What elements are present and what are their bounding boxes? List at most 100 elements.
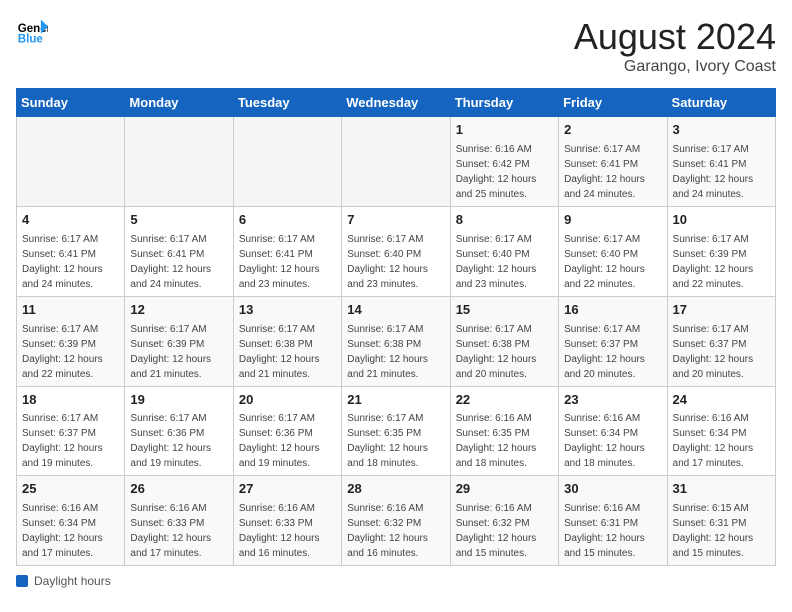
title-block: August 2024 Garango, Ivory Coast: [574, 16, 776, 76]
day-cell: 12Sunrise: 6:17 AM Sunset: 6:39 PM Dayli…: [125, 296, 233, 386]
week-row-2: 4 Sunrise: 6:17 AM Sunset: 6:41 PM Daylig…: [17, 206, 776, 296]
day-info: Sunrise: 6:17 AM Sunset: 6:35 PM Dayligh…: [347, 411, 444, 471]
day-info: Sunrise: 6:16 AM Sunset: 6:31 PM Dayligh…: [564, 501, 661, 561]
week-row-1: 1Sunrise: 6:16 AM Sunset: 6:42 PM Daylig…: [17, 117, 776, 207]
day-number: 20: [239, 391, 336, 410]
day-number: 4: [22, 211, 119, 230]
day-cell: 23Sunrise: 6:16 AM Sunset: 6:34 PM Dayli…: [559, 386, 667, 476]
footer: Daylight hours: [16, 574, 776, 588]
location-subtitle: Garango, Ivory Coast: [574, 58, 776, 76]
day-cell: [125, 117, 233, 207]
day-info: Sunrise: 6:15 AM Sunset: 6:31 PM Dayligh…: [673, 501, 770, 561]
day-cell: 4 Sunrise: 6:17 AM Sunset: 6:41 PM Daylig…: [17, 206, 125, 296]
col-header-wednesday: Wednesday: [342, 89, 450, 117]
day-number: 31: [673, 480, 770, 499]
day-number: 12: [130, 301, 227, 320]
day-info: Sunrise: 6:17 AM Sunset: 6:37 PM Dayligh…: [564, 322, 661, 382]
week-row-3: 11Sunrise: 6:17 AM Sunset: 6:39 PM Dayli…: [17, 296, 776, 386]
day-info: Sunrise: 6:17 AM Sunset: 6:41 PM Dayligh…: [22, 232, 119, 292]
day-number: 22: [456, 391, 553, 410]
day-info: Sunrise: 6:16 AM Sunset: 6:32 PM Dayligh…: [347, 501, 444, 561]
week-row-4: 18Sunrise: 6:17 AM Sunset: 6:37 PM Dayli…: [17, 386, 776, 476]
day-number: 25: [22, 480, 119, 499]
day-cell: 20Sunrise: 6:17 AM Sunset: 6:36 PM Dayli…: [233, 386, 341, 476]
day-cell: 29 Sunrise: 6:16 AM Sunset: 6:32 PM Dayli…: [450, 476, 558, 566]
day-cell: 25Sunrise: 6:16 AM Sunset: 6:34 PM Dayli…: [17, 476, 125, 566]
day-number: 5: [130, 211, 227, 230]
day-info: Sunrise: 6:16 AM Sunset: 6:33 PM Dayligh…: [239, 501, 336, 561]
day-info: Sunrise: 6:16 AM Sunset: 6:34 PM Dayligh…: [673, 411, 770, 471]
col-header-thursday: Thursday: [450, 89, 558, 117]
day-cell: 11Sunrise: 6:17 AM Sunset: 6:39 PM Dayli…: [17, 296, 125, 386]
day-cell: [17, 117, 125, 207]
day-cell: 7Sunrise: 6:17 AM Sunset: 6:40 PM Daylig…: [342, 206, 450, 296]
page-header: General Blue August 2024 Garango, Ivory …: [16, 16, 776, 76]
day-number: 18: [22, 391, 119, 410]
day-cell: 5 Sunrise: 6:17 AM Sunset: 6:41 PM Daylig…: [125, 206, 233, 296]
day-info: Sunrise: 6:17 AM Sunset: 6:41 PM Dayligh…: [130, 232, 227, 292]
day-cell: [233, 117, 341, 207]
day-cell: 8 Sunrise: 6:17 AM Sunset: 6:40 PM Daylig…: [450, 206, 558, 296]
day-cell: 27Sunrise: 6:16 AM Sunset: 6:33 PM Dayli…: [233, 476, 341, 566]
day-number: 19: [130, 391, 227, 410]
day-number: 23: [564, 391, 661, 410]
day-number: 9: [564, 211, 661, 230]
day-info: Sunrise: 6:17 AM Sunset: 6:36 PM Dayligh…: [239, 411, 336, 471]
day-number: 28: [347, 480, 444, 499]
day-cell: 26 Sunrise: 6:16 AM Sunset: 6:33 PM Dayli…: [125, 476, 233, 566]
logo-icon: General Blue: [16, 16, 48, 48]
day-cell: 24Sunrise: 6:16 AM Sunset: 6:34 PM Dayli…: [667, 386, 775, 476]
day-number: 3: [673, 121, 770, 140]
logo: General Blue: [16, 16, 48, 48]
day-cell: 31 Sunrise: 6:15 AM Sunset: 6:31 PM Dayli…: [667, 476, 775, 566]
day-number: 29: [456, 480, 553, 499]
svg-text:Blue: Blue: [18, 34, 44, 46]
day-info: Sunrise: 6:16 AM Sunset: 6:42 PM Dayligh…: [456, 142, 553, 202]
header-row: SundayMondayTuesdayWednesdayThursdayFrid…: [17, 89, 776, 117]
day-cell: 30Sunrise: 6:16 AM Sunset: 6:31 PM Dayli…: [559, 476, 667, 566]
day-info: Sunrise: 6:17 AM Sunset: 6:40 PM Dayligh…: [456, 232, 553, 292]
calendar-table: SundayMondayTuesdayWednesdayThursdayFrid…: [16, 88, 776, 566]
day-cell: 14Sunrise: 6:17 AM Sunset: 6:38 PM Dayli…: [342, 296, 450, 386]
day-info: Sunrise: 6:17 AM Sunset: 6:38 PM Dayligh…: [239, 322, 336, 382]
day-info: Sunrise: 6:17 AM Sunset: 6:41 PM Dayligh…: [564, 142, 661, 202]
col-header-saturday: Saturday: [667, 89, 775, 117]
day-number: 24: [673, 391, 770, 410]
day-info: Sunrise: 6:17 AM Sunset: 6:37 PM Dayligh…: [22, 411, 119, 471]
day-number: 13: [239, 301, 336, 320]
day-info: Sunrise: 6:16 AM Sunset: 6:35 PM Dayligh…: [456, 411, 553, 471]
day-cell: 17Sunrise: 6:17 AM Sunset: 6:37 PM Dayli…: [667, 296, 775, 386]
day-number: 16: [564, 301, 661, 320]
day-info: Sunrise: 6:17 AM Sunset: 6:41 PM Dayligh…: [239, 232, 336, 292]
col-header-tuesday: Tuesday: [233, 89, 341, 117]
day-number: 10: [673, 211, 770, 230]
col-header-sunday: Sunday: [17, 89, 125, 117]
day-info: Sunrise: 6:16 AM Sunset: 6:32 PM Dayligh…: [456, 501, 553, 561]
day-number: 26: [130, 480, 227, 499]
day-cell: [342, 117, 450, 207]
footer-label: Daylight hours: [34, 574, 111, 588]
month-year-title: August 2024: [574, 16, 776, 58]
day-info: Sunrise: 6:17 AM Sunset: 6:40 PM Dayligh…: [347, 232, 444, 292]
week-row-5: 25Sunrise: 6:16 AM Sunset: 6:34 PM Dayli…: [17, 476, 776, 566]
day-cell: 16 Sunrise: 6:17 AM Sunset: 6:37 PM Dayli…: [559, 296, 667, 386]
day-cell: 9 Sunrise: 6:17 AM Sunset: 6:40 PM Daylig…: [559, 206, 667, 296]
day-cell: 28 Sunrise: 6:16 AM Sunset: 6:32 PM Dayli…: [342, 476, 450, 566]
col-header-friday: Friday: [559, 89, 667, 117]
day-info: Sunrise: 6:16 AM Sunset: 6:34 PM Dayligh…: [564, 411, 661, 471]
day-number: 14: [347, 301, 444, 320]
day-cell: 6 Sunrise: 6:17 AM Sunset: 6:41 PM Daylig…: [233, 206, 341, 296]
day-info: Sunrise: 6:17 AM Sunset: 6:36 PM Dayligh…: [130, 411, 227, 471]
day-number: 2: [564, 121, 661, 140]
day-info: Sunrise: 6:17 AM Sunset: 6:40 PM Dayligh…: [564, 232, 661, 292]
day-number: 6: [239, 211, 336, 230]
day-cell: 13 Sunrise: 6:17 AM Sunset: 6:38 PM Dayli…: [233, 296, 341, 386]
day-cell: 21Sunrise: 6:17 AM Sunset: 6:35 PM Dayli…: [342, 386, 450, 476]
day-info: Sunrise: 6:17 AM Sunset: 6:39 PM Dayligh…: [673, 232, 770, 292]
day-number: 21: [347, 391, 444, 410]
day-cell: 3Sunrise: 6:17 AM Sunset: 6:41 PM Daylig…: [667, 117, 775, 207]
day-cell: 2 Sunrise: 6:17 AM Sunset: 6:41 PM Daylig…: [559, 117, 667, 207]
day-cell: 19Sunrise: 6:17 AM Sunset: 6:36 PM Dayli…: [125, 386, 233, 476]
day-info: Sunrise: 6:16 AM Sunset: 6:33 PM Dayligh…: [130, 501, 227, 561]
day-number: 8: [456, 211, 553, 230]
